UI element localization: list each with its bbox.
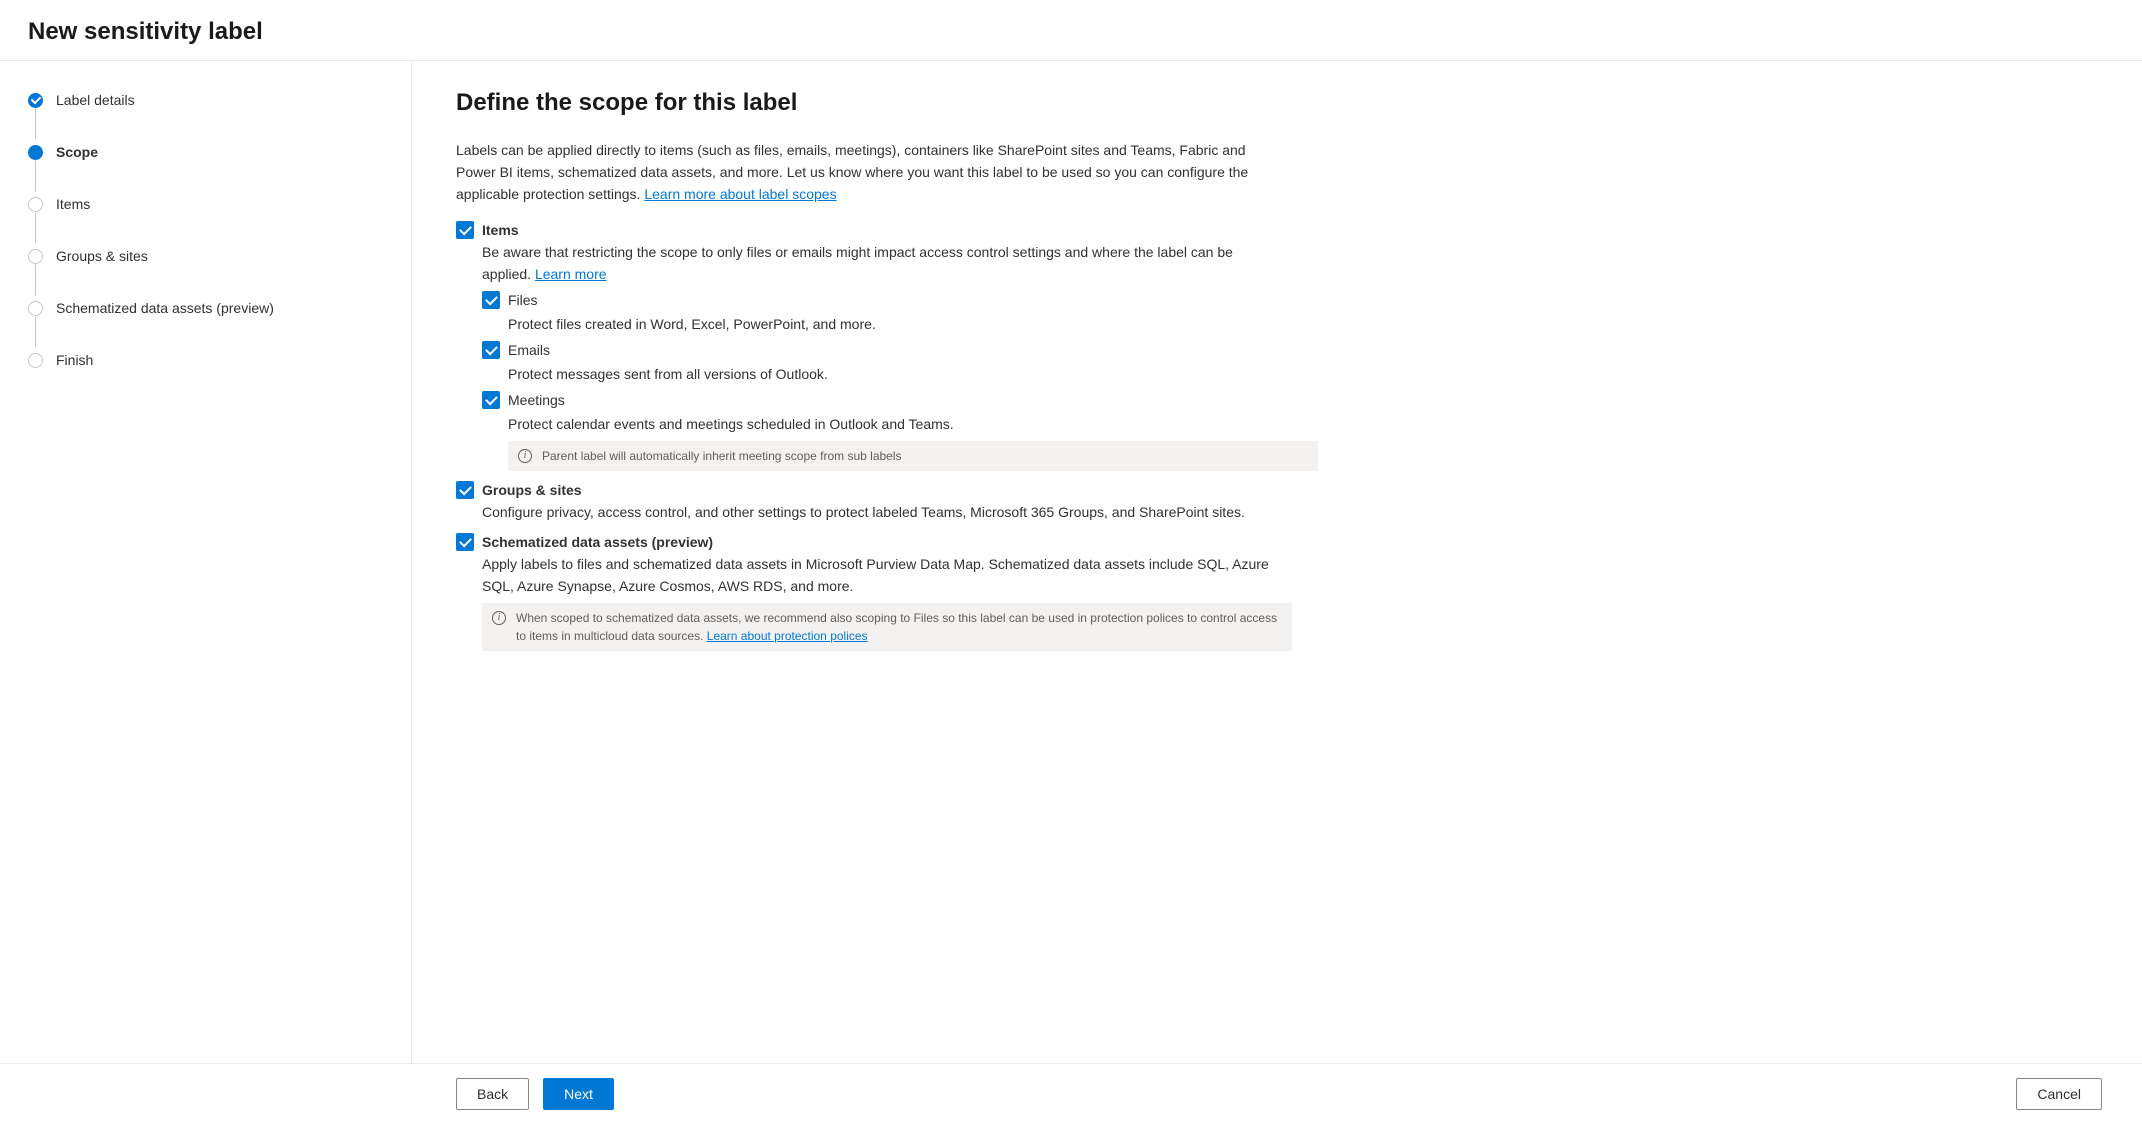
items-checkbox[interactable] — [456, 221, 474, 239]
files-desc: Protect files created in Word, Excel, Po… — [508, 313, 2102, 335]
step-schematized-data-assets[interactable]: Schematized data assets (preview) — [28, 299, 391, 351]
step-pending-icon — [28, 249, 43, 264]
info-icon: i — [492, 611, 506, 625]
option-groups-sites: Groups & sites Configure privacy, access… — [456, 481, 2102, 523]
emails-desc: Protect messages sent from all versions … — [508, 363, 2102, 385]
step-pending-icon — [28, 301, 43, 316]
step-label: Groups & sites — [56, 248, 148, 264]
schematized-info-text: When scoped to schematized data assets, … — [516, 611, 1277, 643]
dialog-title: New sensitivity label — [28, 18, 2114, 46]
groups-checkbox[interactable] — [456, 481, 474, 499]
meetings-info-text: Parent label will automatically inherit … — [542, 447, 902, 465]
items-label: Items — [482, 221, 2102, 239]
dialog-header: New sensitivity label — [0, 0, 2142, 61]
step-groups-sites[interactable]: Groups & sites — [28, 247, 391, 299]
step-items[interactable]: Items — [28, 195, 391, 247]
step-pending-icon — [28, 197, 43, 212]
groups-desc: Configure privacy, access control, and o… — [482, 501, 1282, 523]
wizard-sidebar: Label details Scope Items Groups & sites… — [0, 61, 412, 1063]
step-active-icon — [28, 145, 43, 160]
emails-label: Emails — [508, 341, 550, 359]
meetings-info-box: i Parent label will automatically inheri… — [508, 441, 1318, 471]
option-schematized: Schematized data assets (preview) Apply … — [456, 533, 2102, 651]
schematized-checkbox[interactable] — [456, 533, 474, 551]
panel-description: Labels can be applied directly to items … — [456, 139, 1286, 205]
wizard-main-panel: Define the scope for this label Labels c… — [412, 61, 2142, 1063]
info-icon: i — [518, 449, 532, 463]
back-button[interactable]: Back — [456, 1078, 529, 1110]
files-checkbox[interactable] — [482, 291, 500, 309]
step-finish[interactable]: Finish — [28, 351, 391, 369]
files-label: Files — [508, 291, 538, 309]
step-scope[interactable]: Scope — [28, 143, 391, 195]
meetings-checkbox[interactable] — [482, 391, 500, 409]
items-learn-more-link[interactable]: Learn more — [535, 266, 607, 282]
schematized-info-box: i When scoped to schematized data assets… — [482, 603, 1292, 651]
meetings-label: Meetings — [508, 391, 565, 409]
step-completed-icon — [28, 93, 43, 108]
next-button[interactable]: Next — [543, 1078, 614, 1110]
learn-scopes-link[interactable]: Learn more about label scopes — [644, 186, 836, 202]
step-label: Scope — [56, 144, 98, 160]
step-label: Label details — [56, 92, 135, 108]
step-label: Finish — [56, 352, 93, 368]
groups-label: Groups & sites — [482, 481, 2102, 499]
items-desc: Be aware that restricting the scope to o… — [482, 241, 1282, 285]
wizard-footer: Back Next Cancel — [0, 1063, 2142, 1124]
step-label-details[interactable]: Label details — [28, 91, 391, 143]
schematized-desc: Apply labels to files and schematized da… — [482, 553, 1282, 597]
cancel-button[interactable]: Cancel — [2016, 1078, 2102, 1110]
step-label: Items — [56, 196, 90, 212]
meetings-desc: Protect calendar events and meetings sch… — [508, 413, 2102, 435]
schematized-label: Schematized data assets (preview) — [482, 533, 2102, 551]
step-label: Schematized data assets (preview) — [56, 300, 274, 316]
emails-checkbox[interactable] — [482, 341, 500, 359]
protection-policies-link[interactable]: Learn about protection polices — [707, 629, 868, 643]
option-items: Items Be aware that restricting the scop… — [456, 221, 2102, 471]
panel-heading: Define the scope for this label — [456, 89, 2102, 117]
step-pending-icon — [28, 353, 43, 368]
